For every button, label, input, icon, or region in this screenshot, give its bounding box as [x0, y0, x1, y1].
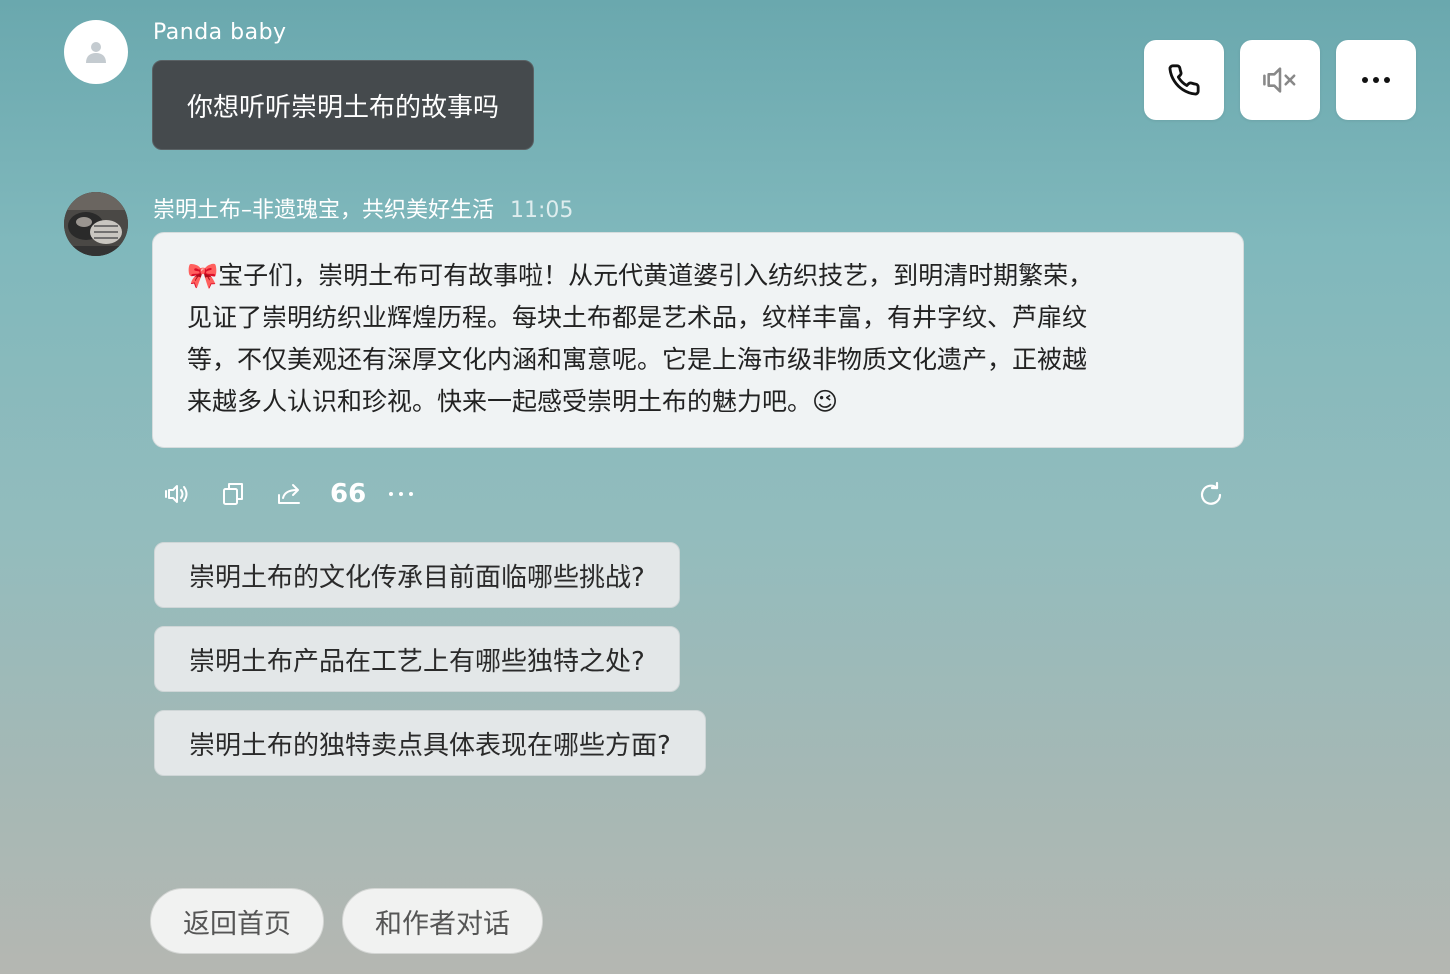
refresh-icon[interactable] [1196, 480, 1226, 510]
suggestion-chip[interactable]: 崇明土布产品在工艺上有哪些独特之处? [154, 626, 680, 692]
user-message-bubble: 你想听听崇明土布的故事吗 [152, 60, 535, 150]
bot-name: 崇明土布–非遗瑰宝，共织美好生活 [153, 198, 495, 223]
more-options-icon [1362, 77, 1390, 83]
message-actions: 66 [162, 474, 416, 514]
call-button[interactable] [1144, 40, 1224, 120]
suggestion-chip[interactable]: 崇明土布的文化传承目前面临哪些挑战? [154, 542, 680, 608]
more-options-button[interactable] [1336, 40, 1416, 120]
back-to-home-button[interactable]: 返回首页 [150, 888, 324, 954]
chat-with-author-button[interactable]: 和作者对话 [342, 888, 543, 954]
share-icon [278, 484, 300, 504]
more-actions-button[interactable] [386, 474, 416, 514]
message-timestamp: 11:05 [510, 198, 574, 223]
bot-message-bubble: 🎀宝子们，崇明土布可有故事啦！从元代黄道婆引入纺织技艺，到明清时期繁荣， 见证了… [152, 232, 1244, 448]
speaker-icon [165, 485, 188, 503]
bot-message-line: 来越多人认识和珍视。快来一起感受崇明土布的魅力吧。😉 [187, 387, 839, 416]
phone-icon [1168, 64, 1200, 96]
bot-avatar [64, 192, 128, 256]
suggestion-chip[interactable]: 崇明土布的独特卖点具体表现在哪些方面? [154, 710, 706, 776]
user-name: Panda baby [153, 20, 287, 45]
top-controls [1144, 40, 1416, 120]
bot-header: 崇明土布–非遗瑰宝，共织美好生活 11:05 [153, 192, 573, 224]
quote-button[interactable]: 66 [330, 479, 366, 509]
share-button[interactable] [274, 474, 304, 514]
bot-message-line: 等，不仅美观还有深厚文化内涵和寓意呢。它是上海市级非物质文化遗产，正被越 [187, 345, 1088, 374]
read-aloud-button[interactable] [162, 474, 192, 514]
copy-icon [223, 483, 243, 505]
cloth-photo-icon [64, 192, 128, 256]
mute-button[interactable] [1240, 40, 1320, 120]
more-icon [389, 492, 413, 496]
bot-message-line: 🎀宝子们，崇明土布可有故事啦！从元代黄道婆引入纺织技艺，到明清时期繁荣， [187, 261, 1094, 290]
user-avatar [64, 20, 128, 84]
mute-icon [1263, 67, 1296, 93]
bot-message-line: 见证了崇明纺织业辉煌历程。每块土布都是艺术品，纹样丰富，有井字纹、芦扉纹 [187, 303, 1088, 332]
user-silhouette-icon [86, 42, 106, 63]
copy-button[interactable] [218, 474, 248, 514]
